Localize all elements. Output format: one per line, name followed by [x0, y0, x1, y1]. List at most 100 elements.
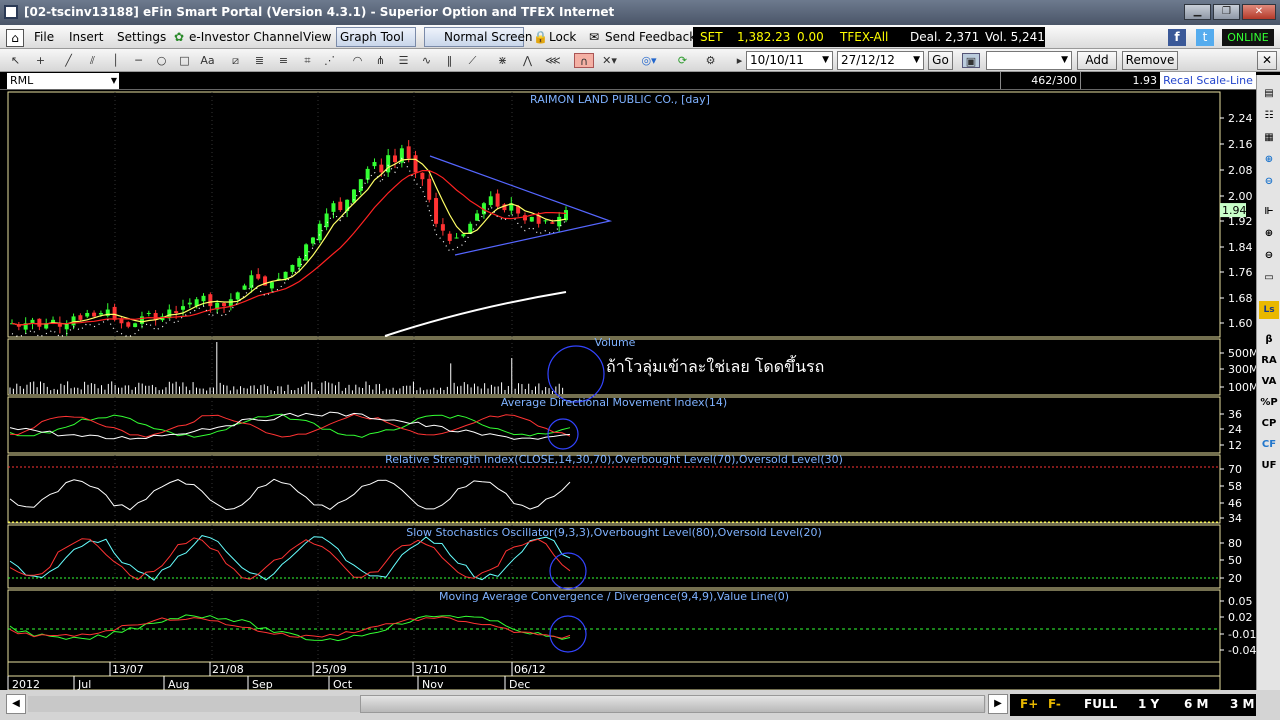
symbol-select[interactable]: RML ▼ [7, 73, 119, 89]
y-tick-label: 50 [1228, 554, 1242, 567]
close-window-button[interactable]: ✕ [1242, 4, 1276, 20]
y-tick-label: 2.00 [1228, 190, 1253, 203]
fplus-button[interactable]: F+ [1020, 697, 1038, 711]
time-zones-icon[interactable]: ‖ [442, 53, 457, 68]
grid-icon[interactable]: ☰ [396, 53, 411, 68]
refresh-icon[interactable]: ⟳ [675, 53, 690, 68]
parallel-lines-icon[interactable]: ⫽ [85, 53, 100, 68]
indicator-select[interactable]: ▼ [986, 51, 1072, 70]
speed-lines-icon[interactable]: ⋇ [495, 53, 510, 68]
y-tick-label: 0.05 [1228, 595, 1253, 608]
magnet-icon[interactable]: ∩ [574, 53, 594, 68]
menu-einvestor[interactable]: e-Investor Channel [189, 29, 303, 46]
candle-body [447, 233, 452, 241]
candle-body [372, 162, 377, 167]
fan-icon[interactable]: ⋰ [322, 53, 337, 68]
x-month-label: Dec [509, 678, 530, 690]
pitchfork-icon[interactable]: ⋔ [373, 53, 388, 68]
home-icon[interactable]: ⌂ [6, 29, 24, 47]
twitter-icon[interactable]: t [1196, 29, 1214, 46]
candle-body [557, 216, 562, 227]
rectangle-icon[interactable]: □ [177, 53, 192, 68]
minimize-button[interactable]: ▁ [1184, 4, 1211, 20]
remove-indicator-icon[interactable]: ⊖ [1259, 173, 1279, 191]
graph-tool-button[interactable]: Graph Tool [336, 27, 416, 47]
x-date-label: 06/12 [514, 663, 546, 676]
go-button[interactable]: Go [928, 51, 953, 70]
save-icon[interactable]: ▣ [962, 53, 980, 68]
crosshair-icon[interactable]: + [33, 53, 48, 68]
rt-cp[interactable]: CP [1259, 415, 1279, 433]
normal-screen-button[interactable]: Normal Screen [424, 27, 533, 47]
channel-icon[interactable]: ⧄ [228, 53, 243, 68]
candle-body [564, 210, 568, 221]
add-indicator-icon[interactable]: ⊕ [1259, 151, 1279, 169]
compare-icon[interactable]: ◎▾ [638, 53, 660, 68]
candle-body [85, 312, 90, 317]
delete-drawing-icon[interactable]: ✕▾ [602, 53, 617, 68]
menu-view[interactable]: View [303, 29, 331, 46]
x-month-label: Aug [168, 678, 189, 690]
rt-percent-p[interactable]: %P [1259, 394, 1279, 412]
add-button[interactable]: Add [1077, 51, 1117, 70]
fibonacci-icon[interactable]: ≣ [252, 53, 267, 68]
zoom-out-icon[interactable]: ⊖ [1259, 247, 1279, 265]
template-icon[interactable]: ▦ [1259, 129, 1279, 147]
settings-wheel-icon[interactable]: ⚙ [703, 53, 718, 68]
layout-icon[interactable]: Ls [1259, 301, 1279, 319]
elliott-icon[interactable]: ⋀ [520, 53, 535, 68]
arc-icon[interactable]: ◠ [350, 53, 365, 68]
facebook-icon[interactable]: f [1168, 29, 1186, 46]
pointer-icon[interactable]: ↖ [8, 53, 23, 68]
y-tick-label: 0.02 [1228, 611, 1253, 624]
horizontal-line-icon[interactable]: ─ [131, 53, 146, 68]
period-1y-button[interactable]: 1 Y [1138, 697, 1159, 711]
menu-insert[interactable]: Insert [69, 29, 103, 46]
menu-lock[interactable]: Lock [549, 29, 576, 46]
candle-body [440, 224, 445, 231]
menu-settings[interactable]: Settings [117, 29, 166, 46]
period-full-button[interactable]: FULL [1084, 697, 1117, 711]
screen-icon[interactable]: ▭ [1259, 269, 1279, 287]
recal-scale-line-button[interactable]: Recal Scale-Line [1160, 72, 1256, 89]
scroll-thumb[interactable] [360, 695, 985, 713]
zoom-in-icon[interactable]: ⊕ [1259, 225, 1279, 243]
rt-ra[interactable]: RA [1259, 352, 1279, 370]
remove-button[interactable]: Remove [1122, 51, 1178, 70]
menu-file[interactable]: File [34, 29, 54, 46]
fib-ext-icon[interactable]: ≡ [276, 53, 291, 68]
x-month-label: 2012 [12, 678, 40, 690]
zigzag-icon[interactable]: ⋘ [545, 53, 561, 68]
chart-type-icon[interactable]: ⊩ [1259, 203, 1279, 221]
rt-va[interactable]: VA [1259, 373, 1279, 391]
properties-icon[interactable]: ▤ [1259, 85, 1279, 103]
scroll-left-button[interactable]: ◀ [6, 694, 26, 714]
trendline-icon[interactable]: ╱ [61, 53, 76, 68]
object-list-icon[interactable]: ☷ [1259, 107, 1279, 125]
period-3m-button[interactable]: 3 M [1230, 697, 1254, 711]
text-icon[interactable]: Aa [200, 53, 215, 68]
close-chart-button[interactable]: ✕ [1257, 51, 1277, 70]
scroll-right-button[interactable]: ▶ [988, 694, 1008, 714]
rt-beta[interactable]: β [1259, 331, 1279, 349]
gann-icon[interactable]: ⌗ [300, 53, 315, 68]
maximize-button[interactable]: ❐ [1213, 4, 1240, 20]
y-tick-label: 70 [1228, 463, 1242, 476]
date-from-field[interactable]: 10/10/11 ▼ [746, 51, 833, 70]
vertical-line-icon[interactable]: │ [108, 53, 123, 68]
cycle-icon[interactable]: ∿ [419, 53, 434, 68]
dropdown-arrow-icon: ▼ [1061, 55, 1068, 65]
candle-body [290, 264, 295, 272]
fminus-button[interactable]: F- [1048, 697, 1061, 711]
period-6m-button[interactable]: 6 M [1184, 697, 1208, 711]
expand-arrow-icon[interactable]: ▸ [732, 53, 747, 68]
regression-icon[interactable]: ⟋ [465, 53, 480, 68]
rt-cf[interactable]: CF [1259, 436, 1279, 454]
circle-icon[interactable]: ○ [154, 53, 169, 68]
rt-uf[interactable]: UF [1259, 457, 1279, 475]
drawing-toolbar: ↖ + ╱ ⫽ │ ─ ○ □ Aa ⧄ ≣ ≡ ⌗ ⋰ ◠ ⋔ ☰ ∿ ‖ ⟋… [0, 49, 1280, 72]
y-tick-label: 100M [1228, 381, 1256, 394]
menu-send-feedback[interactable]: Send Feedback [605, 29, 696, 46]
candle-body [495, 193, 500, 207]
date-to-field[interactable]: 27/12/12 ▼ [837, 51, 924, 70]
